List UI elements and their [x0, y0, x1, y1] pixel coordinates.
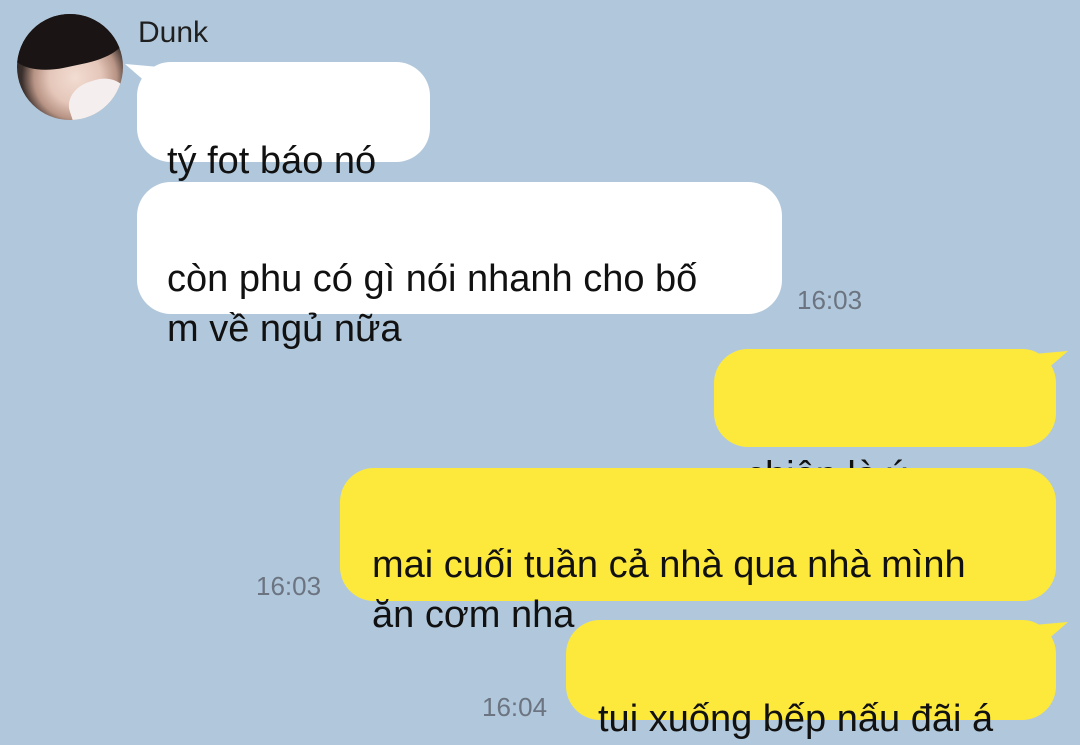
message-timestamp: 16:03 — [797, 285, 863, 315]
contact-avatar[interactable] — [17, 14, 123, 120]
message-text: tui xuống bếp nấu đãi á — [598, 698, 994, 741]
message-bubble-outgoing[interactable]: mai cuối tuần cả nhà qua nhà mình ăn cơm… — [340, 468, 1056, 636]
message-bubble-outgoing[interactable]: chiện là ý — [714, 349, 1056, 513]
message-bubble-incoming[interactable]: còn phu có gì nói nhanh cho bố m về ngủ … — [137, 182, 782, 350]
message-text: tý fot báo nó — [167, 140, 377, 183]
contact-name[interactable]: Dunk — [138, 16, 208, 50]
message-timestamp: 16:04 — [482, 692, 548, 722]
chat-view[interactable]: Dunk tý fot báo nó còn phu có gì nói nha… — [0, 0, 1080, 742]
message-text: còn phu có gì nói nhanh cho bố m về ngủ … — [167, 258, 698, 350]
message-bubble-incoming[interactable]: tý fot báo nó — [137, 62, 430, 182]
avatar-pillow — [63, 71, 123, 120]
avatar-hair — [17, 14, 123, 78]
message-timestamp: 16:03 — [256, 571, 322, 601]
message-bubble-outgoing[interactable]: tui xuống bếp nấu đãi á — [566, 620, 1056, 740]
